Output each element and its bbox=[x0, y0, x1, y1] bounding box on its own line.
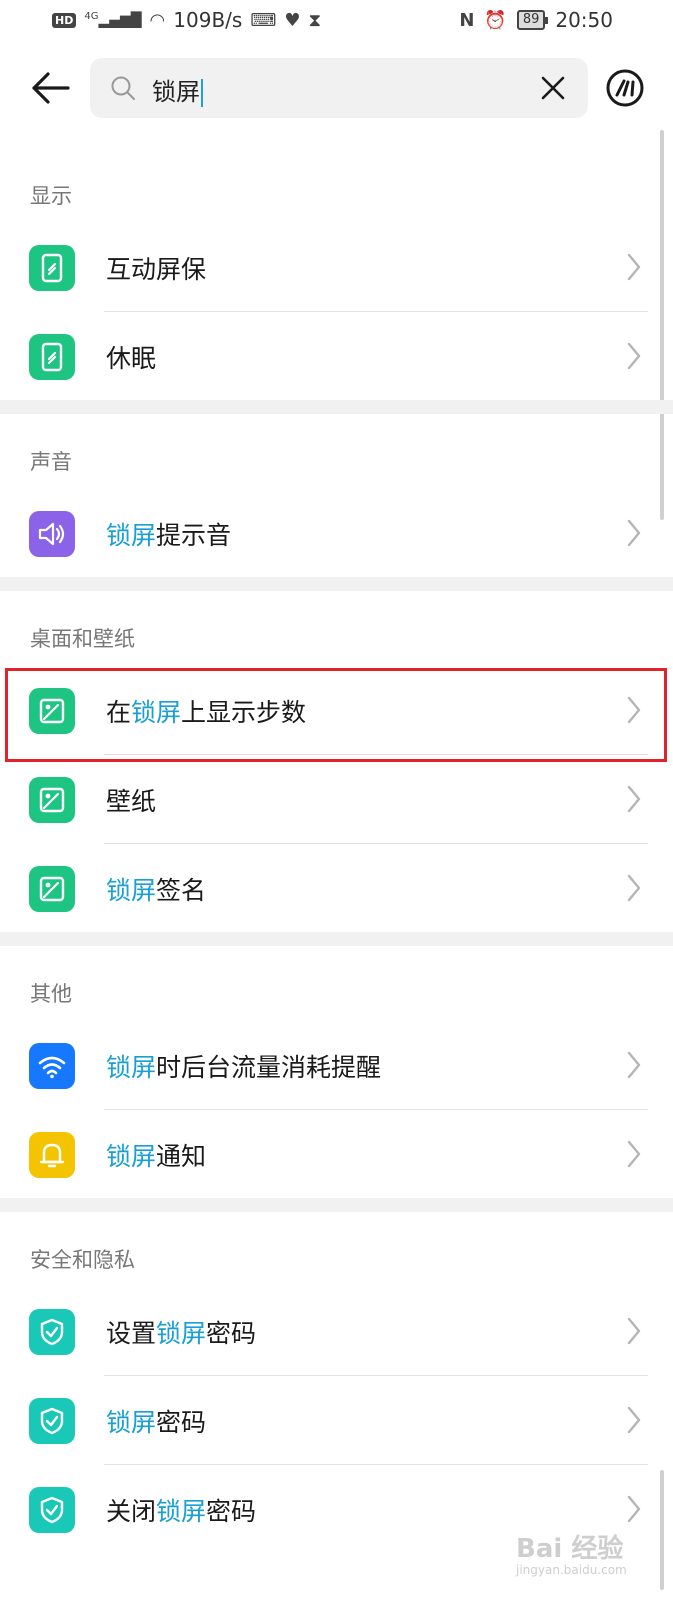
network-speed: 109B/s bbox=[173, 8, 243, 32]
bell-icon bbox=[29, 1132, 75, 1178]
query-highlight: 锁屏 bbox=[156, 1319, 207, 1348]
keyboard-icon: ⌨ bbox=[250, 9, 277, 31]
health-icon: ♥ bbox=[284, 9, 301, 31]
result-label: 锁屏时后台流量消耗提醒 bbox=[106, 1053, 382, 1082]
result-item[interactable]: 锁屏通知 bbox=[0, 1109, 660, 1199]
battery-icon: 89 bbox=[516, 10, 548, 30]
shield-icon bbox=[29, 1309, 75, 1355]
chevron-right-icon bbox=[627, 253, 641, 281]
result-label: 在锁屏上显示步数 bbox=[106, 698, 307, 727]
result-item[interactable]: 休眠 bbox=[0, 311, 660, 401]
result-item[interactable]: 锁屏签名 bbox=[0, 843, 660, 933]
chevron-right-icon bbox=[627, 785, 641, 813]
query-highlight: 锁屏 bbox=[106, 1408, 157, 1437]
chevron-right-icon bbox=[627, 342, 641, 370]
section-header: 安全和隐私 bbox=[30, 1248, 135, 1272]
chevron-right-icon bbox=[627, 1140, 641, 1168]
result-label: 锁屏签名 bbox=[106, 876, 207, 905]
chevron-right-icon bbox=[627, 696, 641, 724]
result-label: 壁纸 bbox=[106, 787, 157, 816]
wifi-icon bbox=[29, 1043, 75, 1089]
wallpaper-icon bbox=[29, 777, 75, 823]
watermark: Bai 经验 jingyan.baidu.com bbox=[516, 1534, 627, 1577]
text-caret bbox=[201, 79, 203, 107]
search-header: 锁屏 bbox=[0, 56, 673, 120]
chevron-right-icon bbox=[627, 1051, 641, 1079]
clear-icon[interactable] bbox=[540, 75, 566, 101]
search-input[interactable]: 锁屏 bbox=[152, 72, 203, 107]
signal-icon: 4G▂▄▆█ bbox=[84, 11, 142, 29]
chevron-right-icon bbox=[627, 874, 641, 902]
query-highlight: 锁屏 bbox=[106, 521, 157, 550]
result-item[interactable]: 设置锁屏密码 bbox=[0, 1286, 660, 1376]
section-separator bbox=[0, 1198, 673, 1212]
search-icon bbox=[111, 76, 135, 100]
result-item[interactable]: 锁屏密码 bbox=[0, 1375, 660, 1465]
query-highlight: 锁屏 bbox=[106, 1053, 157, 1082]
wallpaper-icon bbox=[29, 688, 75, 734]
hourglass-icon: ⧗ bbox=[308, 9, 322, 31]
result-label: 关闭锁屏密码 bbox=[106, 1497, 257, 1526]
assistant-icon[interactable] bbox=[606, 69, 644, 107]
alarm-icon: ⏰ bbox=[484, 9, 507, 31]
status-bar: HD 4G▂▄▆█ ◠ 109B/s ⌨ ♥ ⧗ N ⏰ 89 20:50 bbox=[0, 0, 673, 46]
search-box[interactable]: 锁屏 bbox=[90, 58, 588, 118]
clock: 20:50 bbox=[555, 8, 613, 32]
result-label: 休眠 bbox=[106, 344, 157, 373]
query-highlight: 锁屏 bbox=[131, 698, 182, 727]
chevron-right-icon bbox=[627, 1495, 641, 1523]
query-highlight: 锁屏 bbox=[106, 876, 157, 905]
phone-icon bbox=[29, 245, 75, 291]
query-highlight: 锁屏 bbox=[106, 1142, 157, 1171]
chevron-right-icon bbox=[627, 519, 641, 547]
phone-icon bbox=[29, 334, 75, 380]
section-header: 其他 bbox=[30, 982, 72, 1006]
chevron-right-icon bbox=[627, 1317, 641, 1345]
section-header: 声音 bbox=[30, 450, 72, 474]
section-header: 显示 bbox=[30, 184, 72, 208]
result-item[interactable]: 互动屏保 bbox=[0, 222, 660, 312]
query-highlight: 锁屏 bbox=[156, 1497, 207, 1526]
scrollbar-bottom[interactable] bbox=[660, 1470, 664, 1590]
result-label: 锁屏密码 bbox=[106, 1408, 207, 1437]
result-item[interactable]: 在锁屏上显示步数 bbox=[0, 665, 660, 755]
section-separator bbox=[0, 932, 673, 946]
shield-icon bbox=[29, 1398, 75, 1444]
result-label: 设置锁屏密码 bbox=[106, 1319, 257, 1348]
back-arrow-icon[interactable] bbox=[30, 70, 70, 106]
nfc-icon: N bbox=[459, 9, 475, 31]
section-separator bbox=[0, 400, 673, 414]
section-header: 桌面和壁纸 bbox=[30, 627, 135, 651]
section-separator bbox=[0, 577, 673, 591]
hd-badge: HD bbox=[52, 12, 77, 28]
result-label: 锁屏通知 bbox=[106, 1142, 207, 1171]
result-label: 互动屏保 bbox=[106, 255, 207, 284]
scrollbar[interactable] bbox=[660, 130, 664, 520]
wifi-icon: ◠ bbox=[149, 9, 166, 31]
result-label: 锁屏提示音 bbox=[106, 521, 232, 550]
wallpaper-icon bbox=[29, 866, 75, 912]
result-item[interactable]: 锁屏时后台流量消耗提醒 bbox=[0, 1020, 660, 1110]
chevron-right-icon bbox=[627, 1406, 641, 1434]
result-item[interactable]: 锁屏提示音 bbox=[0, 488, 660, 578]
shield-icon bbox=[29, 1487, 75, 1533]
result-item[interactable]: 壁纸 bbox=[0, 754, 660, 844]
speaker-icon bbox=[29, 511, 75, 557]
